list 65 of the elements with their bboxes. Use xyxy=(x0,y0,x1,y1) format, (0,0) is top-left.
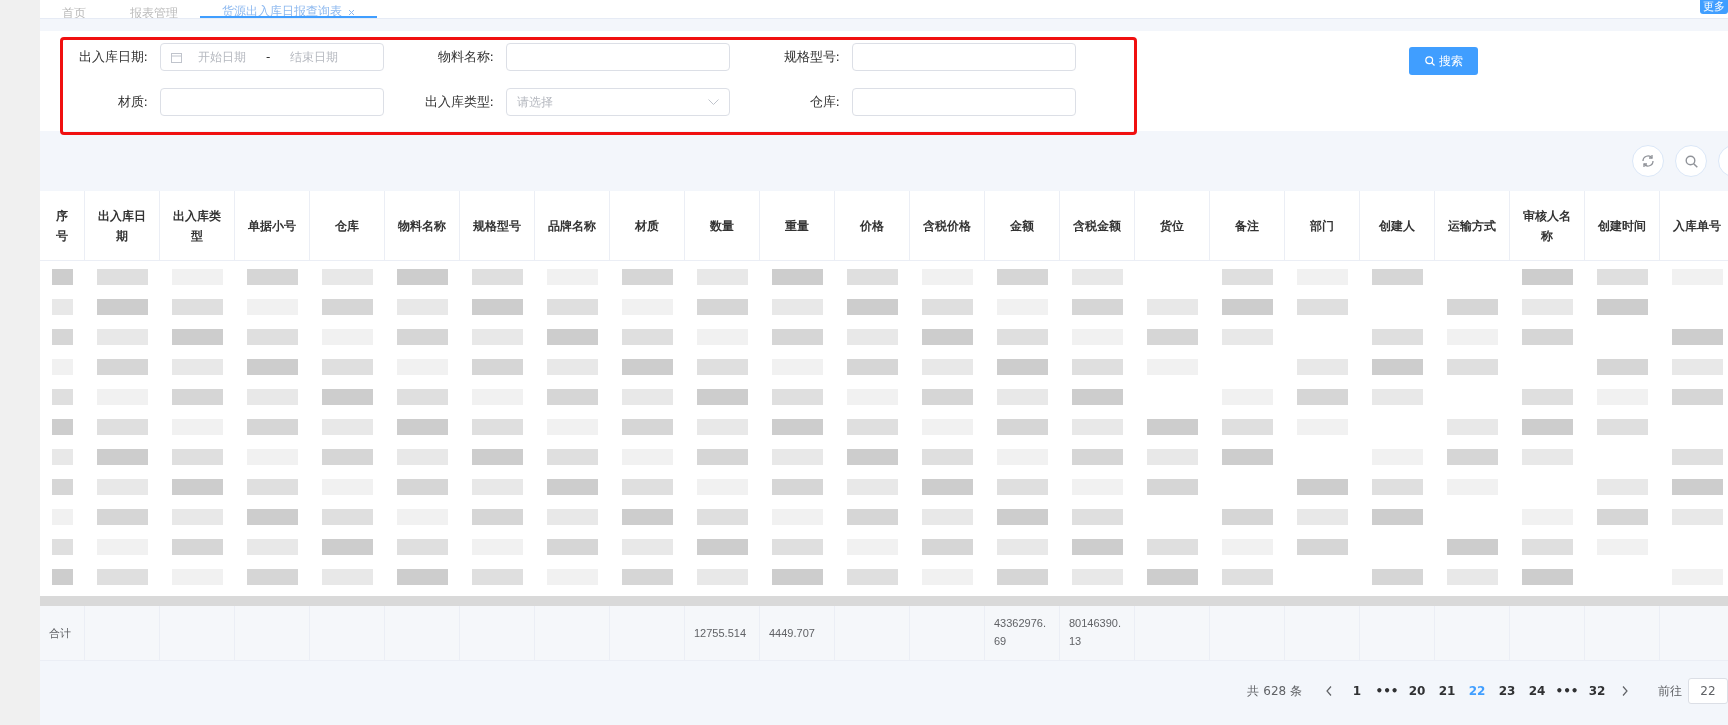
field-label: 材质: xyxy=(116,93,149,111)
refresh-button[interactable] xyxy=(1632,145,1664,177)
page-button[interactable]: 20 xyxy=(1402,684,1432,698)
column-header: 审核人名称 xyxy=(1510,191,1585,261)
end-date-placeholder: 结束日期 xyxy=(290,48,339,66)
chevron-down-icon xyxy=(708,99,719,105)
goto-label: 前往 xyxy=(1658,682,1682,700)
field-label: 仓库: xyxy=(808,93,841,111)
column-header: 规格型号 xyxy=(460,191,535,261)
column-header: 创建时间 xyxy=(1585,191,1660,261)
column-header: 创建人 xyxy=(1360,191,1435,261)
column-header: 入库单号 xyxy=(1660,191,1728,261)
page-jump-field[interactable]: 22 xyxy=(1688,678,1728,704)
field-label: 规格型号: xyxy=(782,48,841,66)
column-header: 运输方式 xyxy=(1435,191,1510,261)
search-toggle-button[interactable] xyxy=(1675,145,1707,177)
search-icon xyxy=(1684,154,1698,168)
calendar-icon xyxy=(171,51,182,63)
field-label: 出入库日期: xyxy=(77,48,149,66)
summary-cell: 12755.514 xyxy=(685,606,760,661)
total-count: 共 628 条 xyxy=(1247,682,1302,700)
column-header: 货位 xyxy=(1135,191,1210,261)
summary-cell: 80146390.13 xyxy=(1060,606,1135,661)
refresh-icon xyxy=(1641,154,1655,168)
input-field[interactable] xyxy=(160,88,384,116)
select-placeholder: 请选择 xyxy=(517,93,553,111)
page-button[interactable]: 1 xyxy=(1342,684,1372,698)
page-button[interactable]: 24 xyxy=(1522,684,1552,698)
field-label: 出入库类型: xyxy=(423,93,495,111)
column-header: 金额 xyxy=(985,191,1060,261)
column-header: 出入库日期 xyxy=(85,191,160,261)
page-button[interactable]: 23 xyxy=(1492,684,1522,698)
column-header: 含税价格 xyxy=(910,191,985,261)
input-field[interactable] xyxy=(852,43,1076,71)
search-icon xyxy=(1424,56,1435,66)
date-range-field[interactable]: 开始日期 - 结束日期 xyxy=(160,43,384,71)
column-header: 含税金额 xyxy=(1060,191,1135,261)
page-button[interactable]: ••• xyxy=(1552,684,1582,698)
column-header: 序号 xyxy=(40,191,85,261)
field-label: 物料名称: xyxy=(436,48,495,66)
summary-cell: 43362976.69 xyxy=(985,606,1060,661)
input-field[interactable] xyxy=(506,43,730,71)
page-button[interactable]: ••• xyxy=(1372,684,1402,698)
column-header: 重量 xyxy=(760,191,835,261)
start-date-placeholder: 开始日期 xyxy=(198,48,246,66)
page-button[interactable]: 32 xyxy=(1582,684,1612,698)
column-header: 出入库类型 xyxy=(160,191,235,261)
column-header: 价格 xyxy=(835,191,910,261)
column-header: 仓库 xyxy=(310,191,385,261)
chevron-right-icon xyxy=(1622,686,1628,696)
column-header: 数量 xyxy=(685,191,760,261)
summary-cell: 合计 xyxy=(40,606,85,661)
range-separator: - xyxy=(266,50,271,64)
horizontal-scrollbar[interactable] xyxy=(40,596,1728,606)
column-header: 部门 xyxy=(1285,191,1360,261)
column-header: 备注 xyxy=(1210,191,1285,261)
summary-cell: 4449.707 xyxy=(760,606,835,661)
column-header: 品牌名称 xyxy=(535,191,610,261)
page-button[interactable]: 21 xyxy=(1432,684,1462,698)
column-header: 单据小号 xyxy=(235,191,310,261)
column-header: 物料名称 xyxy=(385,191,460,261)
input-field[interactable] xyxy=(852,88,1076,116)
chevron-left-icon xyxy=(1326,686,1332,696)
close-icon[interactable] xyxy=(348,9,355,16)
column-header: 材质 xyxy=(610,191,685,261)
